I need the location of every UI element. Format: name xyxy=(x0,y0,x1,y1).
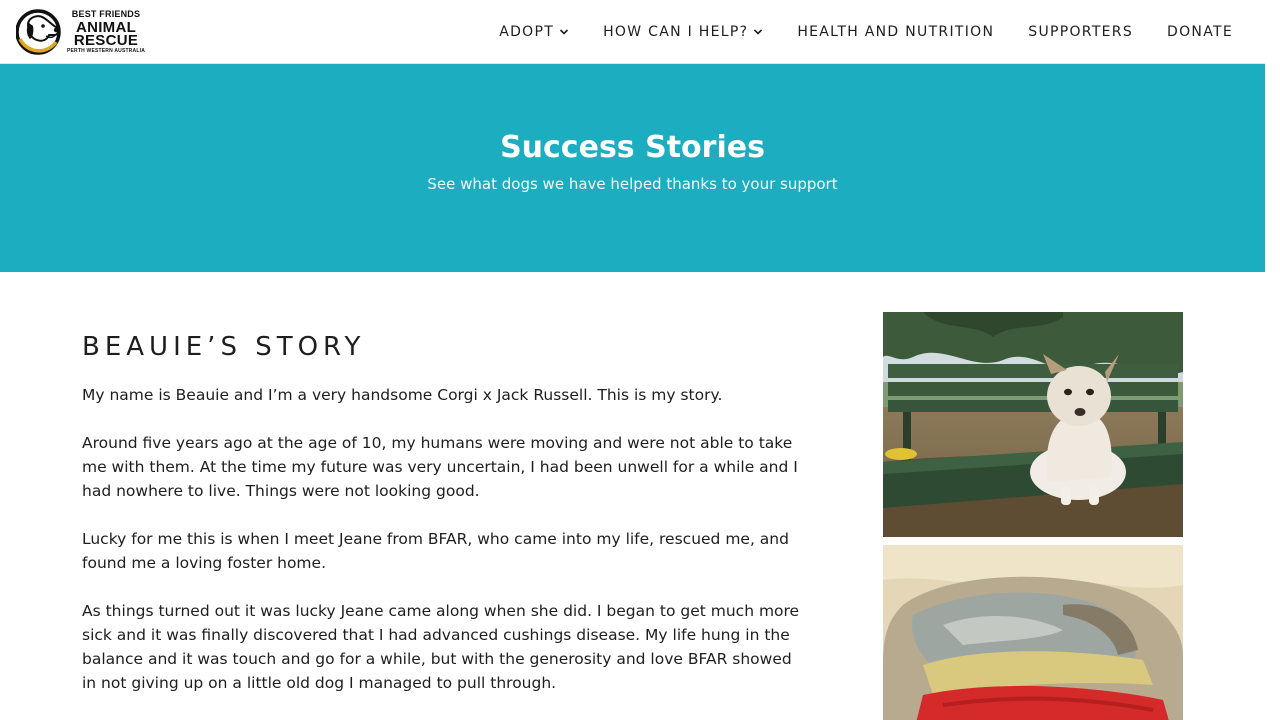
story-paragraph: As things turned out it was lucky Jeane … xyxy=(82,602,800,692)
page-subtitle: See what dogs we have helped thanks to y… xyxy=(427,175,838,193)
story-paragraph: Around five years ago at the age of 10, … xyxy=(82,434,798,500)
logo-line-3: RESCUE xyxy=(73,32,139,49)
story-article: BEAUIE’S STORY My name is Beauie and I’m… xyxy=(82,330,802,695)
nav-item-how-can-i-help[interactable]: HOW CAN I HELP? xyxy=(603,24,763,40)
story-paragraph: My name is Beauie and I’m a very handsom… xyxy=(82,386,723,404)
main-nav: ADOPT HOW CAN I HELP? HEALTH AND NUTRITI… xyxy=(465,0,1233,64)
logo-line-4: PERTH WESTERN AUSTRALIA xyxy=(66,48,146,54)
photo-illustration xyxy=(883,312,1183,537)
site-header: BEST FRIENDS ANIMAL RESCUE PERTH WESTERN… xyxy=(0,0,1265,64)
story-photo-dog-on-bench[interactable] xyxy=(883,312,1183,537)
page-title: Success Stories xyxy=(500,130,765,165)
nav-item-adopt[interactable]: ADOPT xyxy=(499,24,569,40)
chevron-down-icon xyxy=(754,29,763,35)
story-title: BEAUIE’S STORY xyxy=(82,332,366,362)
nav-item-label: ADOPT xyxy=(499,24,555,40)
nav-item-label: DONATE xyxy=(1167,24,1233,40)
nav-item-label: SUPPORTERS xyxy=(1028,24,1134,40)
nav-item-donate[interactable]: DONATE xyxy=(1167,24,1233,40)
logo-wordmark: BEST FRIENDS ANIMAL RESCUE PERTH WESTERN… xyxy=(66,10,146,54)
nav-item-supporters[interactable]: SUPPORTERS xyxy=(1028,24,1133,40)
nav-item-label: HEALTH AND NUTRITION xyxy=(797,24,995,40)
site-logo[interactable]: BEST FRIENDS ANIMAL RESCUE PERTH WESTERN… xyxy=(16,9,146,55)
chevron-down-icon xyxy=(560,29,569,35)
story-paragraph: Lucky for me this is when I meet Jeane f… xyxy=(82,530,789,572)
hero-banner: Success Stories See what dogs we have he… xyxy=(0,64,1265,272)
story-photo-dog-in-blanket[interactable] xyxy=(883,545,1183,720)
nav-item-health-and-nutrition[interactable]: HEALTH AND NUTRITION xyxy=(797,24,994,40)
nav-item-label: HOW CAN I HELP? xyxy=(603,24,749,40)
dog-head-icon xyxy=(16,9,61,55)
page: BEST FRIENDS ANIMAL RESCUE PERTH WESTERN… xyxy=(0,0,1265,720)
photo-illustration xyxy=(883,545,1183,720)
logo-line-1: BEST FRIENDS xyxy=(71,9,141,19)
